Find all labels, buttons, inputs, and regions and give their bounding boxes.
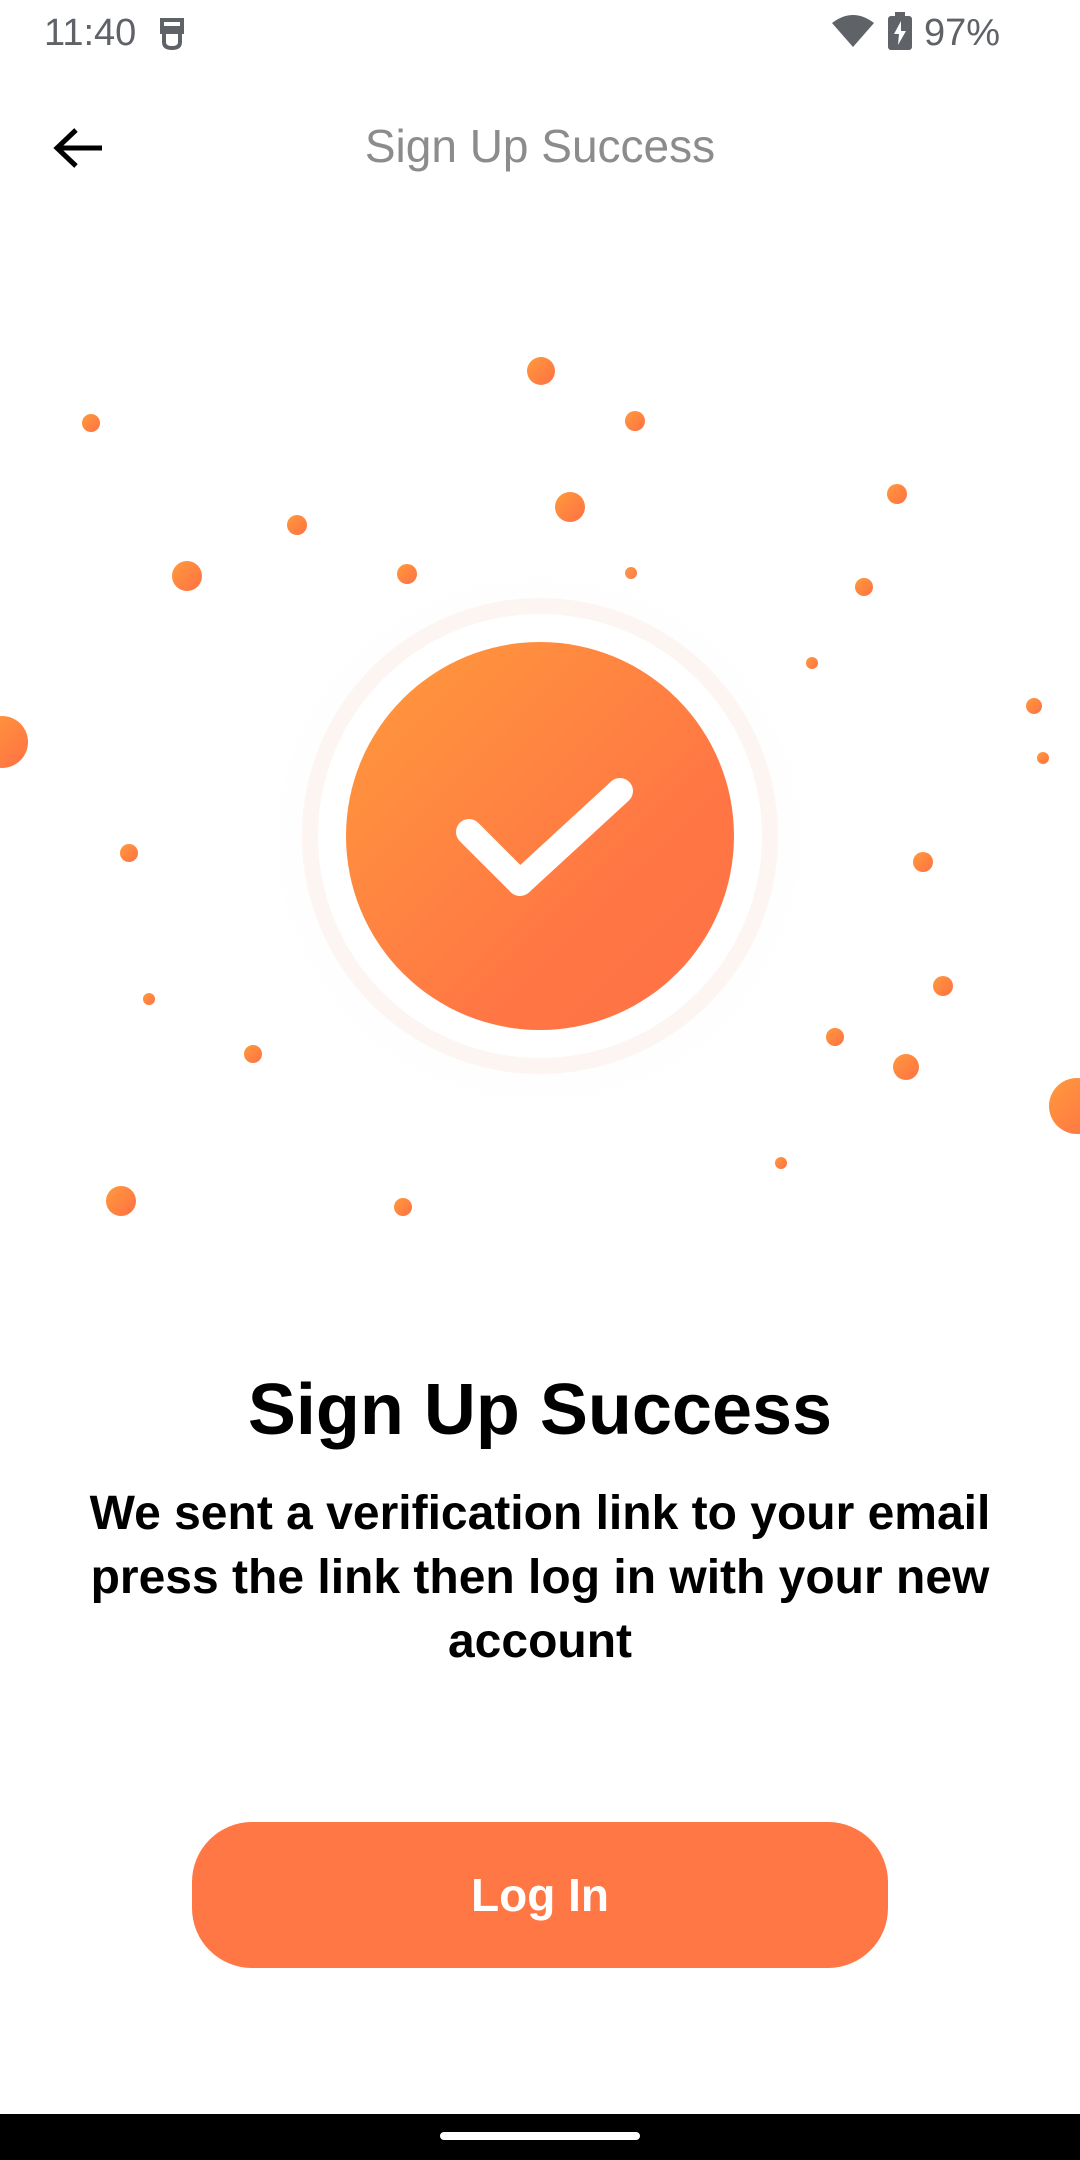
- success-circle: [346, 642, 734, 1030]
- system-nav-bar: [0, 2114, 1080, 2160]
- status-bar: 11:40 97%: [0, 0, 1080, 70]
- battery-percent: 97%: [923, 12, 1000, 54]
- success-illustration: [0, 300, 1080, 1280]
- status-time: 11:40: [44, 12, 137, 54]
- notification-icon: [156, 16, 188, 52]
- battery-charging-icon: [887, 11, 912, 55]
- home-handle[interactable]: [440, 2132, 640, 2140]
- login-button[interactable]: Log In: [192, 1822, 888, 1968]
- app-title: Sign Up Success: [364, 120, 716, 172]
- wifi-icon: [830, 13, 876, 54]
- verification-message: We sent a verification link to your emai…: [89, 1487, 991, 1668]
- app-bar: Sign Up Success: [0, 80, 1080, 210]
- login-button-label: Log In: [471, 1869, 609, 1921]
- success-heading: Sign Up Success: [247, 1370, 833, 1450]
